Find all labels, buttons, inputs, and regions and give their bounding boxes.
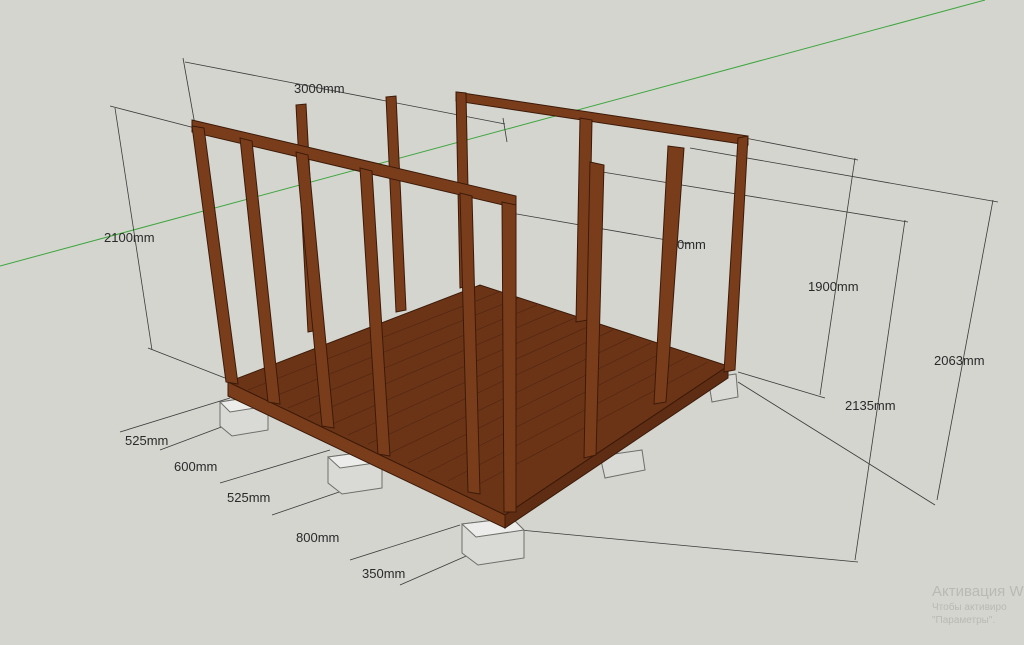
- dim-label-left-height: 2100mm: [104, 230, 155, 245]
- dim-label-top-width: 3000mm: [294, 81, 345, 96]
- top-plate: [455, 91, 749, 146]
- model-canvas[interactable]: 3000mm 2100mm 0mm 1900mm 2063mm 2135mm 5…: [0, 0, 1024, 645]
- dim-label-right-inner-height: 1900mm: [808, 279, 859, 294]
- stud: [723, 135, 749, 373]
- dim-label-gap-1: 525mm: [125, 433, 168, 448]
- activation-watermark: Активация W Чтобы активиро "Параметры".: [932, 583, 1024, 627]
- watermark-line-1: Чтобы активиро: [932, 602, 1007, 613]
- stud: [239, 137, 281, 405]
- dim-label-gap-5: 350mm: [362, 566, 405, 581]
- dim-label-partial: 0mm: [677, 237, 706, 252]
- pier-front-right: [460, 517, 526, 566]
- dim-label-front-depth: 2135mm: [845, 398, 896, 413]
- dim-label-right-height: 2063mm: [934, 353, 985, 368]
- dim-label-gap-2: 600mm: [174, 459, 217, 474]
- stud: [191, 125, 239, 385]
- watermark-title: Активация W: [932, 583, 1024, 600]
- wall-frame: [191, 91, 749, 513]
- watermark-line-2: "Параметры".: [932, 615, 996, 626]
- sketchup-viewport[interactable]: 3000mm 2100mm 0mm 1900mm 2063mm 2135mm 5…: [0, 0, 1024, 645]
- green-axis-line: [0, 0, 986, 267]
- dim-label-gap-4: 800mm: [296, 530, 339, 545]
- stud: [385, 95, 407, 313]
- stud: [501, 201, 517, 513]
- dim-label-gap-3: 525mm: [227, 490, 270, 505]
